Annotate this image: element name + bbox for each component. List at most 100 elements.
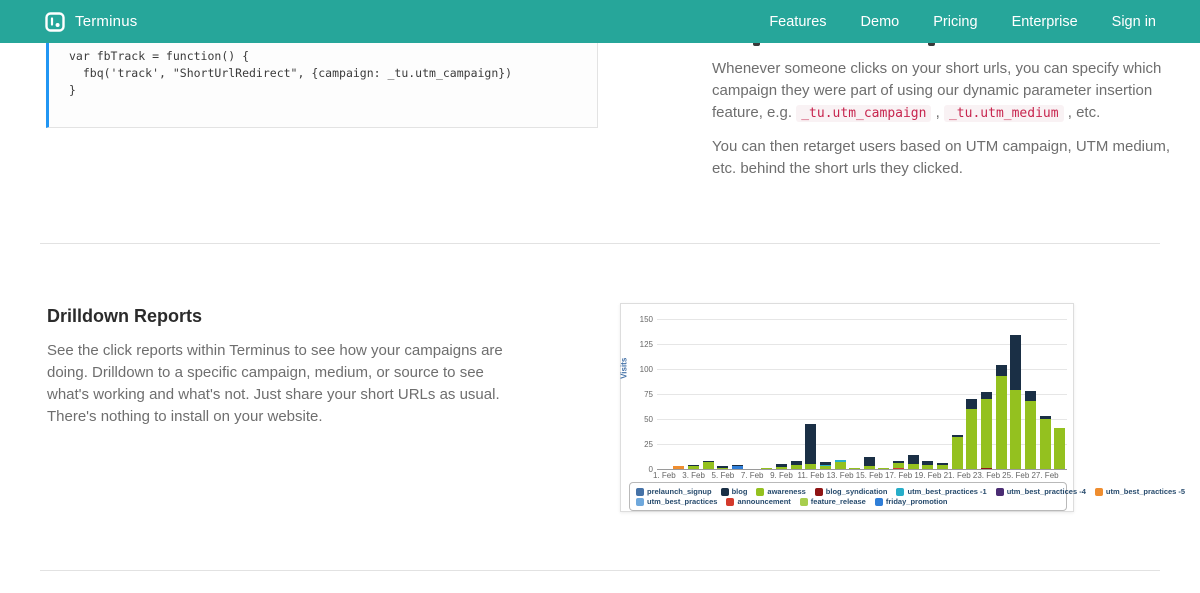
bar-segment-awareness[interactable] [966, 409, 977, 469]
nav-pricing[interactable]: Pricing [933, 14, 977, 30]
bar-segment-awareness[interactable] [835, 462, 846, 469]
bar-segment-blog[interactable] [864, 457, 875, 466]
legend-item-feature_release[interactable]: feature_release [800, 497, 866, 506]
legend-item-utm_best_practices-4[interactable]: utm_best_practices -4 [996, 487, 1086, 496]
stacked-bar-4-feb[interactable] [703, 461, 714, 469]
legend-label: feature_release [811, 497, 866, 506]
stacked-bar-24-feb[interactable] [996, 365, 1007, 469]
x-axis-tick-label: 21. Feb [944, 471, 971, 480]
bar-segment-awareness[interactable] [908, 464, 919, 469]
bar-segment-blog[interactable] [981, 392, 992, 399]
x-axis-tick-label: 17. Feb [885, 471, 912, 480]
stacked-bar-16-feb[interactable] [878, 468, 889, 469]
bar-segment-awareness[interactable] [791, 465, 802, 469]
stacked-bar-6-feb[interactable] [732, 465, 743, 469]
bar-segment-announcement[interactable] [893, 468, 904, 469]
bar-segment-friday_promotion[interactable] [732, 466, 743, 469]
stacked-bar-11-feb[interactable] [805, 424, 816, 469]
bar-segment-awareness[interactable] [849, 468, 860, 469]
bar-segment-awareness[interactable] [688, 466, 699, 469]
stacked-bar-8-feb[interactable] [761, 468, 772, 469]
bar-segment-awareness[interactable] [996, 376, 1007, 469]
stacked-bar-21-feb[interactable] [952, 435, 963, 469]
legend-swatch-icon [875, 498, 883, 506]
legend-swatch-icon [721, 488, 729, 496]
legend-item-blog[interactable]: blog [721, 487, 748, 496]
bar-segment-awareness[interactable] [761, 468, 772, 469]
x-axis-tick-label: 23. Feb [973, 471, 1000, 480]
bar-segment-awareness[interactable] [981, 399, 992, 468]
visits-stacked-bar-chart[interactable]: 0255075100125150 [657, 319, 1067, 469]
legend-label: friday_promotion [886, 497, 948, 506]
stacked-bar-3-feb[interactable] [688, 465, 699, 469]
section-divider [40, 243, 1160, 244]
nav-features[interactable]: Features [769, 14, 826, 30]
stacked-bar-23-feb[interactable] [981, 392, 992, 469]
stacked-bar-2-feb[interactable] [673, 466, 684, 469]
bar-segment-blog[interactable] [966, 399, 977, 409]
stacked-bar-27-feb[interactable] [1040, 416, 1051, 469]
legend-label: utm_best_practices -4 [1007, 487, 1086, 496]
bar-segment-blog_syndication[interactable] [981, 468, 992, 469]
legend-swatch-icon [800, 498, 808, 506]
bar-segment-blog[interactable] [1010, 335, 1021, 390]
bar-segment-awareness[interactable] [820, 466, 831, 469]
legend-item-utm_best_practices-1[interactable]: utm_best_practices -1 [896, 487, 986, 496]
stacked-bar-20-feb[interactable] [937, 463, 948, 469]
legend-item-prelaunch_signup[interactable]: prelaunch_signup [636, 487, 712, 496]
legend-swatch-icon [815, 488, 823, 496]
bar-segment-blog[interactable] [1025, 391, 1036, 401]
legend-item-utm_best_practices-5[interactable]: utm_best_practices -5 [1095, 487, 1185, 496]
bar-segment-blog[interactable] [996, 365, 1007, 376]
bar-segment-awareness[interactable] [922, 465, 933, 469]
stacked-bar-26-feb[interactable] [1025, 391, 1036, 469]
stacked-bar-13-feb[interactable] [835, 460, 846, 469]
stacked-bar-18-feb[interactable] [908, 455, 919, 469]
bar-segment-utm_best_practices -5[interactable] [673, 466, 684, 469]
nav-enterprise[interactable]: Enterprise [1012, 14, 1078, 30]
bar-segment-awareness[interactable] [937, 465, 948, 469]
brand-logo[interactable]: Terminus [45, 12, 137, 32]
bar-segment-awareness[interactable] [952, 437, 963, 469]
stacked-bar-17-feb[interactable] [893, 461, 904, 469]
legend-row: utm_best_practices announcement feature_re… [636, 497, 1060, 506]
legend-label: utm_best_practices [647, 497, 717, 506]
bar-segment-awareness[interactable] [703, 462, 714, 469]
stacked-bar-15-feb[interactable] [864, 457, 875, 469]
bar-segment-awareness[interactable] [864, 466, 875, 469]
stacked-bar-12-feb[interactable] [820, 462, 831, 469]
bar-segment-awareness[interactable] [776, 467, 787, 469]
retargeting-paragraph-1: Whenever someone clicks on your short ur… [712, 58, 1170, 125]
legend-item-awareness[interactable]: awareness [756, 487, 805, 496]
legend-item-blog_syndication[interactable]: blog_syndication [815, 487, 888, 496]
stacked-bar-19-feb[interactable] [922, 461, 933, 469]
bar-segment-awareness[interactable] [1010, 390, 1021, 469]
stacked-bar-25-feb[interactable] [1010, 335, 1021, 469]
bar-segment-awareness[interactable] [1040, 419, 1051, 469]
x-axis-tick-label: 9. Feb [770, 471, 793, 480]
legend-row: prelaunch_signup blog awareness blog_syndic… [636, 487, 1060, 496]
stacked-bar-22-feb[interactable] [966, 399, 977, 469]
clipped-heading-descenders [712, 43, 1170, 47]
bar-segment-awareness[interactable] [1025, 401, 1036, 469]
legend-item-friday_promotion[interactable]: friday_promotion [875, 497, 948, 506]
nav-sign-in[interactable]: Sign in [1112, 14, 1156, 30]
stacked-bar-9-feb[interactable] [776, 464, 787, 469]
stacked-bar-14-feb[interactable] [849, 468, 860, 469]
bar-segment-awareness[interactable] [1054, 428, 1065, 469]
legend-item-announcement[interactable]: announcement [726, 497, 790, 506]
bar-segment-blog[interactable] [805, 424, 816, 464]
nav-demo[interactable]: Demo [861, 14, 900, 30]
bar-segment-awareness[interactable] [717, 468, 728, 469]
stacked-bar-5-feb[interactable] [717, 466, 728, 469]
bar-segment-awareness[interactable] [878, 468, 889, 469]
x-axis-tick-label: 27. Feb [1031, 471, 1058, 480]
stacked-bar-28-feb[interactable] [1054, 428, 1065, 469]
stacked-bar-10-feb[interactable] [791, 461, 802, 469]
x-axis-tick-label: 11. Feb [797, 471, 824, 480]
legend-item-utm_best_practices[interactable]: utm_best_practices [636, 497, 717, 506]
retargeting-text-column: Whenever someone clicks on your short ur… [712, 43, 1170, 180]
bar-segment-blog[interactable] [908, 455, 919, 464]
paragraph-text: , [931, 104, 944, 121]
bar-segment-awareness[interactable] [805, 464, 816, 469]
